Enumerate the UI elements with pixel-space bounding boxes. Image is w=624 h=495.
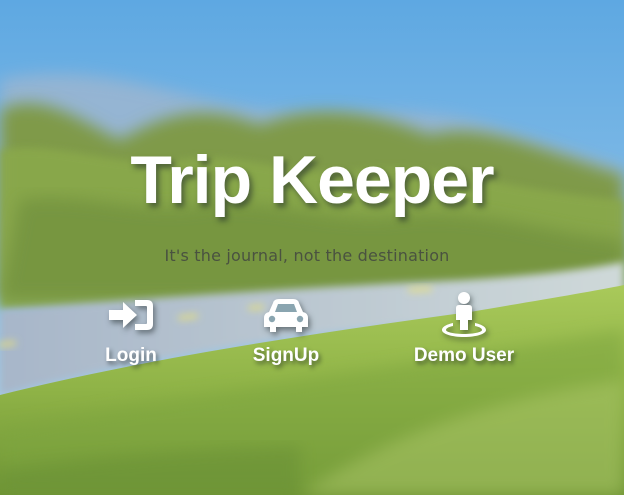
street-view-icon [440, 292, 488, 337]
demo-user-button[interactable]: Demo User [408, 292, 520, 367]
car-icon [263, 295, 309, 335]
signup-label: SignUp [252, 345, 320, 366]
app-tagline: It's the journal, not the destination [164, 246, 450, 265]
app-title: Trip Keeper [130, 142, 494, 218]
login-button[interactable]: Login [100, 295, 162, 367]
sign-in-icon [107, 295, 155, 335]
signup-button[interactable]: SignUp [248, 295, 324, 367]
demo-user-label: Demo User [413, 345, 515, 366]
landing-content: Trip Keeper It's the journal, not the de… [0, 0, 624, 495]
login-label: Login [105, 345, 157, 366]
